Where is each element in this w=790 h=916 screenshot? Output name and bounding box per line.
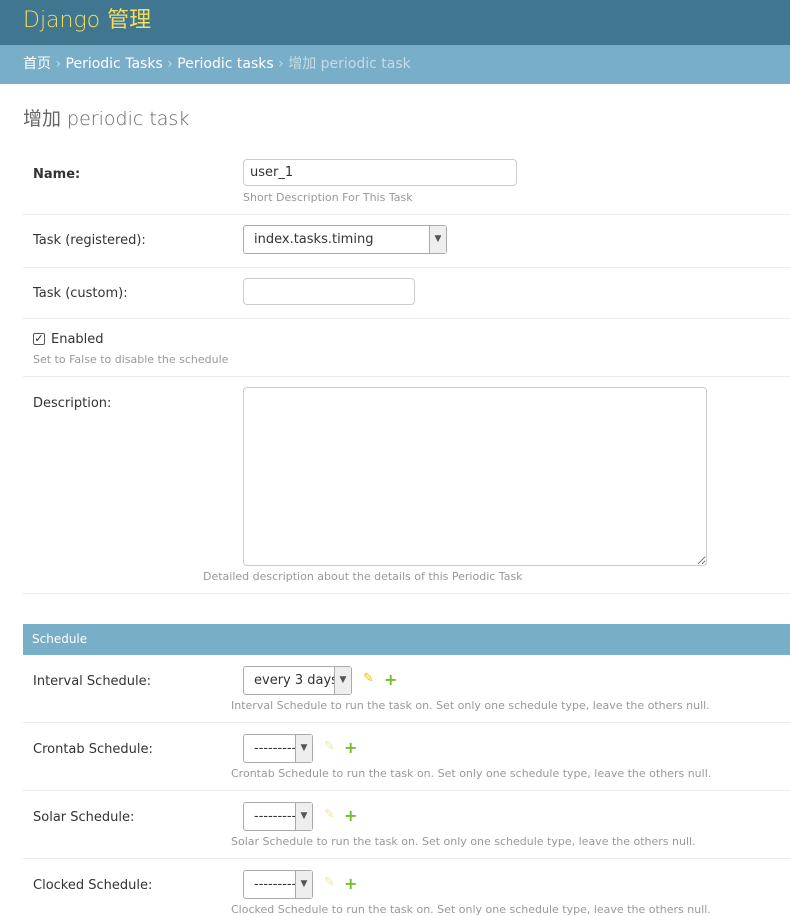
form-row-task-custom: Task (custom): bbox=[23, 268, 790, 319]
clocked-schedule-help-text: Clocked Schedule to run the task on. Set… bbox=[231, 903, 711, 916]
chevron-down-icon: ▼ bbox=[295, 871, 312, 898]
form-row-name: Name: Short Description For This Task bbox=[23, 147, 790, 215]
site-header: Django 管理 bbox=[0, 0, 790, 45]
breadcrumb: 首页 › Periodic Tasks › Periodic tasks › 增… bbox=[0, 45, 790, 84]
plus-icon[interactable]: + bbox=[344, 738, 357, 757]
task-custom-label: Task (custom): bbox=[33, 286, 128, 301]
crontab-schedule-selected-value: --------- bbox=[254, 741, 297, 756]
interval-schedule-select[interactable]: every 3 days ▼ bbox=[243, 666, 352, 695]
description-label: Description: bbox=[33, 396, 112, 411]
form-row-clocked-schedule: Clocked Schedule: --------- ▼ ✎ + Clocke… bbox=[23, 859, 790, 916]
breadcrumb-separator: › bbox=[167, 56, 173, 72]
form-row-description: Description: Detailed description about … bbox=[23, 377, 790, 594]
crontab-schedule-label: Crontab Schedule: bbox=[33, 742, 153, 757]
task-custom-input[interactable] bbox=[243, 278, 415, 305]
task-registered-selected-value: index.tasks.timing bbox=[254, 232, 374, 247]
name-label: Name: bbox=[33, 167, 81, 182]
site-branding-link[interactable]: Django 管理 bbox=[23, 0, 151, 42]
pencil-icon: ✎ bbox=[324, 739, 335, 754]
interval-schedule-help-text: Interval Schedule to run the task on. Se… bbox=[231, 699, 710, 712]
breadcrumb-separator: › bbox=[55, 56, 62, 72]
description-textarea[interactable] bbox=[243, 387, 707, 566]
crontab-schedule-select[interactable]: --------- ▼ bbox=[243, 734, 313, 763]
interval-schedule-selected-value: every 3 days bbox=[254, 673, 338, 688]
enabled-checkbox[interactable]: ✓ bbox=[33, 333, 45, 345]
form-row-interval-schedule: Interval Schedule: every 3 days ▼ ✎ + In… bbox=[23, 655, 790, 723]
form-row-enabled: ✓ Enabled Set to False to disable the sc… bbox=[23, 319, 790, 377]
task-registered-select[interactable]: index.tasks.timing ▼ bbox=[243, 225, 447, 254]
chevron-down-icon: ▼ bbox=[295, 803, 312, 830]
breadcrumb-current: 增加 periodic task bbox=[288, 56, 411, 72]
breadcrumb-app-link[interactable]: Periodic Tasks bbox=[66, 56, 163, 72]
description-help-text: Detailed description about the details o… bbox=[203, 570, 523, 583]
plus-icon[interactable]: + bbox=[344, 806, 357, 825]
breadcrumb-model-link[interactable]: Periodic tasks bbox=[177, 56, 273, 72]
page-title: 增加 periodic task bbox=[23, 108, 190, 130]
check-icon: ✓ bbox=[34, 332, 44, 345]
breadcrumb-separator: › bbox=[278, 56, 284, 72]
pencil-icon: ✎ bbox=[324, 875, 335, 890]
name-help-text: Short Description For This Task bbox=[243, 191, 413, 204]
chevron-down-icon: ▼ bbox=[295, 735, 312, 762]
solar-schedule-selected-value: --------- bbox=[254, 809, 297, 824]
pencil-icon[interactable]: ✎ bbox=[363, 671, 374, 686]
name-input[interactable] bbox=[243, 159, 517, 186]
chevron-down-icon: ▼ bbox=[429, 226, 446, 253]
enabled-help-text: Set to False to disable the schedule bbox=[33, 353, 229, 366]
form-row-task-registered: Task (registered): index.tasks.timing ▼ bbox=[23, 215, 790, 268]
enabled-label[interactable]: Enabled bbox=[51, 332, 104, 347]
clocked-schedule-label: Clocked Schedule: bbox=[33, 878, 153, 893]
schedule-section-header: Schedule bbox=[23, 624, 790, 655]
clocked-schedule-selected-value: --------- bbox=[254, 877, 297, 892]
solar-schedule-label: Solar Schedule: bbox=[33, 810, 135, 825]
form-row-crontab-schedule: Crontab Schedule: --------- ▼ ✎ + Cronta… bbox=[23, 723, 790, 791]
chevron-down-icon: ▼ bbox=[334, 667, 351, 694]
clocked-schedule-select[interactable]: --------- ▼ bbox=[243, 870, 313, 899]
solar-schedule-select[interactable]: --------- ▼ bbox=[243, 802, 313, 831]
solar-schedule-help-text: Solar Schedule to run the task on. Set o… bbox=[231, 835, 696, 848]
form-row-solar-schedule: Solar Schedule: --------- ▼ ✎ + Solar Sc… bbox=[23, 791, 790, 859]
task-registered-label: Task (registered): bbox=[33, 233, 146, 248]
crontab-schedule-help-text: Crontab Schedule to run the task on. Set… bbox=[231, 767, 712, 780]
plus-icon[interactable]: + bbox=[384, 670, 397, 689]
pencil-icon: ✎ bbox=[324, 807, 335, 822]
plus-icon[interactable]: + bbox=[344, 874, 357, 893]
breadcrumb-home-link[interactable]: 首页 bbox=[23, 56, 51, 72]
interval-schedule-label: Interval Schedule: bbox=[33, 674, 152, 689]
